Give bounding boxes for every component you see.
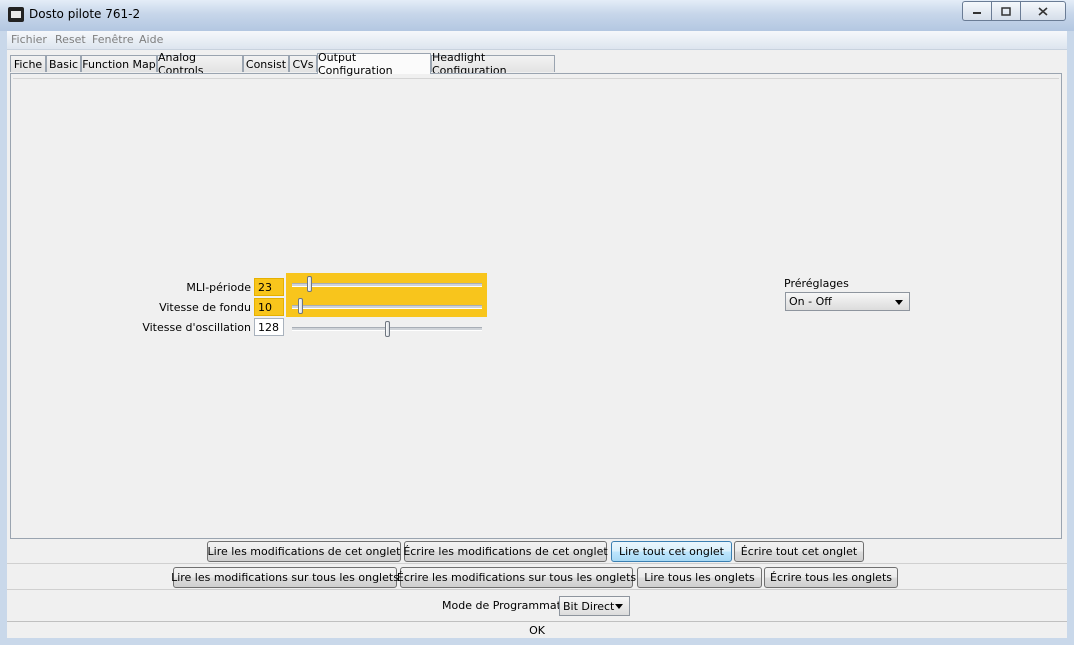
tab-buttons-row: Lire les modifications de cet onglet Écr… [0, 541, 1074, 563]
close-button[interactable] [1020, 1, 1066, 21]
programming-mode-label: Mode de Programmation [442, 599, 578, 612]
tab-function-map[interactable]: Function Map [81, 55, 157, 72]
locomotive-icon[interactable] [8, 7, 24, 22]
read-all-tab-button[interactable]: Lire tout cet onglet [611, 541, 732, 562]
fade-speed-field[interactable]: 10 [254, 298, 284, 316]
read-all-tabs-button[interactable]: Lire tous les onglets [637, 567, 762, 588]
pwm-period-slider-thumb[interactable] [307, 276, 313, 292]
presets-label: Préréglages [784, 277, 849, 290]
highlight-background [286, 273, 487, 317]
programming-mode-value: Bit Direct [563, 600, 615, 613]
status-bar: OK [7, 621, 1067, 639]
read-tab-changes-button[interactable]: Lire les modifications de cet onglet [207, 541, 401, 562]
all-tabs-buttons-row: Lire les modifications sur tous les ongl… [0, 567, 1074, 589]
maximize-button[interactable] [991, 1, 1020, 21]
chevron-down-icon [615, 604, 623, 609]
tab-consist[interactable]: Consist [243, 55, 289, 72]
tab-output-configuration[interactable]: Output Configuration [317, 51, 431, 77]
write-all-tab-button[interactable]: Écrire tout cet onglet [734, 541, 864, 562]
pwm-period-field[interactable]: 23 [254, 278, 284, 296]
tab-basic[interactable]: Basic [46, 55, 81, 72]
title-bar: Dosto pilote 761-2 [0, 0, 1074, 31]
close-icon [1038, 6, 1048, 16]
separator [7, 563, 1067, 564]
oscillation-speed-field[interactable]: 128 [254, 318, 284, 336]
window-title: Dosto pilote 761-2 [29, 7, 141, 21]
menu-reset[interactable]: Reset [55, 33, 86, 46]
minimize-icon [973, 12, 981, 14]
menu-fenetre[interactable]: Fenêtre [92, 33, 134, 46]
oscillation-speed-label: Vitesse d'oscillation [142, 321, 251, 334]
write-tab-changes-button[interactable]: Écrire les modifications de cet onglet [403, 541, 608, 562]
separator [7, 589, 1067, 590]
fade-speed-label: Vitesse de fondu [159, 301, 251, 314]
menu-bar: Fichier Reset Fenêtre Aide [7, 31, 1067, 50]
fade-speed-slider-thumb[interactable] [297, 298, 303, 314]
pwm-period-label: MLI-période [186, 281, 251, 294]
menu-fichier[interactable]: Fichier [11, 33, 47, 46]
minimize-button[interactable] [962, 1, 991, 21]
tab-fiche[interactable]: Fiche [10, 55, 46, 72]
pwm-period-slider-track[interactable] [292, 283, 482, 287]
tab-cvs[interactable]: CVs [289, 55, 317, 72]
presets-select[interactable]: On - Off [785, 292, 910, 311]
write-all-changes-button[interactable]: Écrire les modifications sur tous les on… [397, 567, 636, 588]
menu-aide[interactable]: Aide [139, 33, 163, 46]
programming-mode-select[interactable]: Bit Direct [559, 596, 630, 616]
tab-analog-controls[interactable]: Analog Controls [157, 51, 243, 77]
fade-speed-slider-track[interactable] [292, 305, 482, 309]
oscillation-speed-slider-thumb[interactable] [385, 321, 390, 337]
maximize-icon [1001, 6, 1011, 16]
chevron-down-icon [895, 300, 903, 305]
presets-selected-value: On - Off [789, 295, 832, 308]
write-all-tabs-button[interactable]: Écrire tous les onglets [764, 567, 898, 588]
tab-headlight-configuration[interactable]: Headlight Configuration [431, 51, 555, 77]
read-all-changes-button[interactable]: Lire les modifications sur tous les ongl… [171, 567, 399, 588]
